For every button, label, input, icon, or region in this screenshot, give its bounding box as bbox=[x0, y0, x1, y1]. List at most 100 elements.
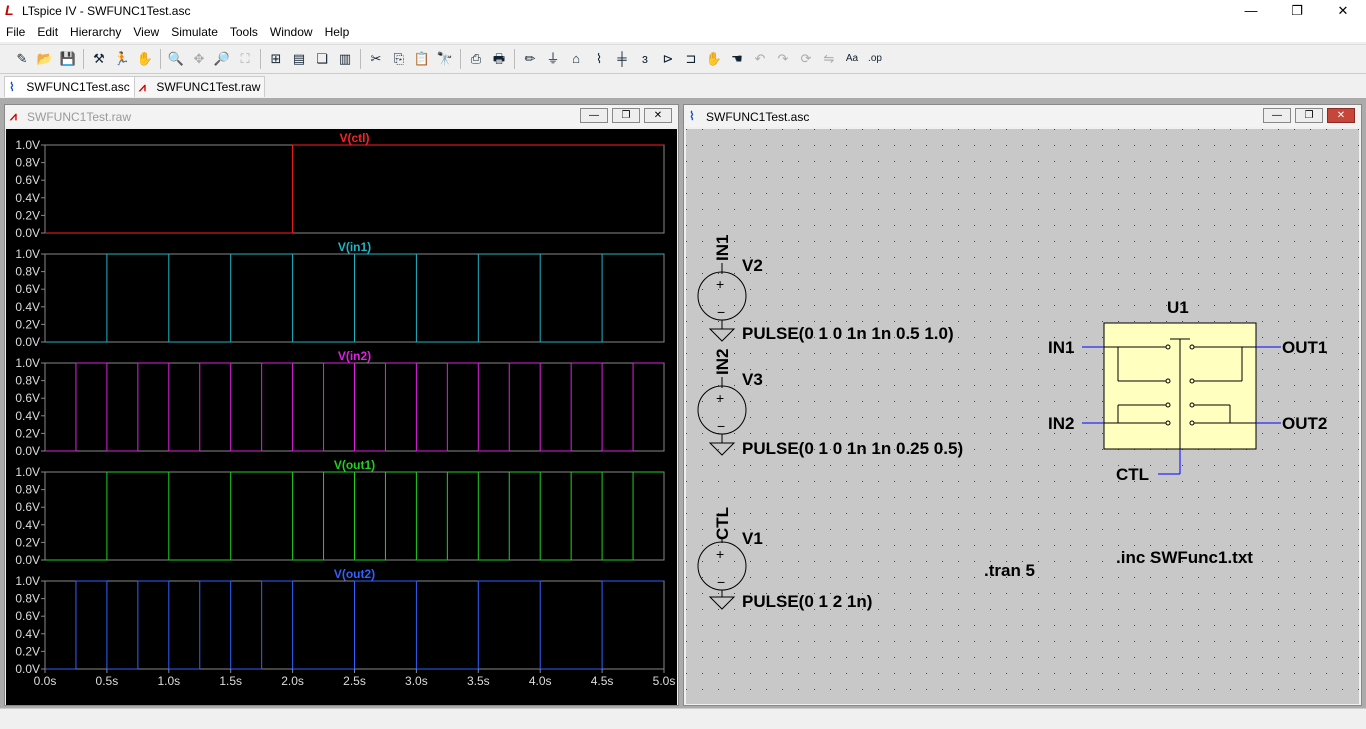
schematic-canvas[interactable]: IN1 V2 + − PULSE(0 1 0 1n 1n 0.5 1.0) IN… bbox=[686, 129, 1359, 704]
diode-icon[interactable]: ⊳ bbox=[658, 49, 678, 69]
drag-icon[interactable]: ☚ bbox=[727, 49, 747, 69]
waveform-plot[interactable]: 1.0V 0.8V 0.6V 0.4V 0.2V 0.0V V(ctl) 1.0V 0.8V 0.… bbox=[6, 129, 677, 705]
net-label-in2: IN2 bbox=[713, 349, 732, 375]
y-tick-label: 0.0V bbox=[15, 444, 40, 458]
y-tick-label: 0.6V bbox=[15, 282, 40, 296]
y-tick-label: 1.0V bbox=[15, 138, 40, 152]
y-tick-label: 1.0V bbox=[15, 356, 40, 370]
schematic-window-titlebar[interactable]: ⌇ SWFUNC1Test.asc — ❐ ✕ bbox=[684, 105, 1361, 127]
minimize-button[interactable]: — bbox=[1228, 0, 1274, 22]
y-tick-label: 0.0V bbox=[15, 553, 40, 567]
halt-icon[interactable]: ✋ bbox=[135, 49, 155, 69]
restore-button[interactable]: ❐ bbox=[1295, 108, 1323, 123]
copy-icon[interactable]: ⎘ bbox=[389, 49, 409, 69]
toolbar-separator bbox=[83, 49, 84, 69]
inductor-icon[interactable]: ɜ bbox=[635, 49, 655, 69]
y-tick-label: 0.2V bbox=[15, 208, 40, 222]
print-icon[interactable]: 🖶 bbox=[489, 49, 509, 69]
net-label-in1: IN1 bbox=[713, 235, 732, 261]
trace-label: V(in1) bbox=[338, 240, 371, 254]
y-tick-label: 0.8V bbox=[15, 156, 40, 170]
spice-directive-tran[interactable]: .tran 5 bbox=[984, 561, 1035, 580]
minimize-button[interactable]: — bbox=[580, 108, 608, 123]
rotate-icon[interactable]: ⟳ bbox=[796, 49, 816, 69]
resistor-icon[interactable]: ⌇ bbox=[589, 49, 609, 69]
zoom-out-icon[interactable]: 🔎 bbox=[212, 49, 232, 69]
y-tick-label: 0.8V bbox=[15, 592, 40, 606]
find-icon[interactable]: 🔭 bbox=[435, 49, 455, 69]
spice-directive-icon[interactable]: .op bbox=[865, 49, 885, 69]
tab-schematic[interactable]: ⌇ SWFUNC1Test.asc bbox=[4, 76, 135, 97]
x-tick-label: 1.0s bbox=[157, 674, 180, 688]
x-tick-label: 2.5s bbox=[343, 674, 366, 688]
control-panel-icon[interactable]: ⚒ bbox=[89, 49, 109, 69]
menu-bar: File Edit Hierarchy View Simulate Tools … bbox=[0, 22, 1366, 42]
schematic-window[interactable]: ⌇ SWFUNC1Test.asc — ❐ ✕ IN1 V2 + − PULSE… bbox=[683, 104, 1362, 706]
tile-vertical-icon[interactable]: ▥ bbox=[335, 49, 355, 69]
y-tick-label: 0.6V bbox=[15, 609, 40, 623]
trace-label: V(out1) bbox=[334, 458, 375, 472]
tile-horizontal-icon[interactable]: ▤ bbox=[289, 49, 309, 69]
component-icon[interactable]: ⊐ bbox=[681, 49, 701, 69]
close-button[interactable]: ✕ bbox=[1320, 0, 1366, 22]
pan-icon[interactable]: ✥ bbox=[189, 49, 209, 69]
minimize-button[interactable]: — bbox=[1263, 108, 1291, 123]
toolbar-separator bbox=[460, 49, 461, 69]
cut-icon[interactable]: ✂ bbox=[366, 49, 386, 69]
text-icon[interactable]: Aa bbox=[842, 49, 862, 69]
move-icon[interactable]: ✋ bbox=[704, 49, 724, 69]
menu-file[interactable]: File bbox=[0, 22, 31, 42]
window-title: LTspice IV - SWFUNC1Test.asc bbox=[22, 4, 191, 18]
tab-waveform[interactable]: ⩘ SWFUNC1Test.raw bbox=[134, 76, 266, 97]
menu-tools[interactable]: Tools bbox=[224, 22, 264, 42]
zoom-fit-icon[interactable]: ⛶ bbox=[235, 49, 255, 69]
undo-icon[interactable]: ↶ bbox=[750, 49, 770, 69]
mirror-icon[interactable]: ⇋ bbox=[819, 49, 839, 69]
menu-view[interactable]: View bbox=[127, 22, 165, 42]
title-bar: L LTspice IV - SWFUNC1Test.asc — ❐ ✕ bbox=[0, 0, 1366, 22]
menu-help[interactable]: Help bbox=[319, 22, 356, 42]
source-name: V2 bbox=[742, 256, 763, 275]
y-tick-label: 0.2V bbox=[15, 426, 40, 440]
maximize-button[interactable]: ❐ bbox=[1274, 0, 1320, 22]
spice-directive-include[interactable]: .inc SWFunc1.txt bbox=[1116, 548, 1253, 567]
run-icon[interactable]: 🏃 bbox=[112, 49, 132, 69]
y-tick-label: 1.0V bbox=[15, 574, 40, 588]
menu-hierarchy[interactable]: Hierarchy bbox=[64, 22, 127, 42]
new-schematic-icon[interactable]: ✎ bbox=[12, 49, 32, 69]
toolbar-separator bbox=[160, 49, 161, 69]
zoom-in-icon[interactable]: 🔍 bbox=[166, 49, 186, 69]
menu-edit[interactable]: Edit bbox=[31, 22, 64, 42]
y-tick-label: 0.8V bbox=[15, 483, 40, 497]
x-tick-label: 5.0s bbox=[653, 674, 676, 688]
close-button[interactable]: ✕ bbox=[644, 108, 672, 123]
close-button[interactable]: ✕ bbox=[1327, 108, 1355, 123]
y-tick-label: 1.0V bbox=[15, 465, 40, 479]
draw-wire-icon[interactable]: ✏ bbox=[520, 49, 540, 69]
waveform-window-titlebar[interactable]: ⩘ SWFUNC1Test.raw — ❐ ✕ bbox=[5, 105, 678, 127]
print-preview-icon[interactable]: ⎙ bbox=[466, 49, 486, 69]
label-net-icon[interactable]: ⌂ bbox=[566, 49, 586, 69]
capacitor-icon[interactable]: ╪ bbox=[612, 49, 632, 69]
restore-button[interactable]: ❐ bbox=[612, 108, 640, 123]
x-tick-label: 0.5s bbox=[96, 674, 119, 688]
paste-icon[interactable]: 📋 bbox=[412, 49, 432, 69]
cascade-icon[interactable]: ❏ bbox=[312, 49, 332, 69]
trace-vin2 bbox=[45, 362, 664, 452]
redo-icon[interactable]: ↷ bbox=[773, 49, 793, 69]
x-tick-label: 3.5s bbox=[467, 674, 490, 688]
ground-icon[interactable]: ⏚ bbox=[543, 49, 563, 69]
open-icon[interactable]: 📂 bbox=[35, 49, 55, 69]
x-tick-label: 0.0s bbox=[34, 674, 57, 688]
menu-window[interactable]: Window bbox=[264, 22, 319, 42]
trace-label: V(out2) bbox=[334, 567, 375, 581]
menu-simulate[interactable]: Simulate bbox=[165, 22, 224, 42]
waveform-window[interactable]: ⩘ SWFUNC1Test.raw — ❐ ✕ 1.0V 0.8V 0.6V 0.4V… bbox=[4, 104, 679, 706]
autorange-icon[interactable]: ⊞ bbox=[266, 49, 286, 69]
tab-label: SWFUNC1Test.asc bbox=[26, 80, 130, 94]
source-value: PULSE(0 1 0 1n 1n 0.25 0.5) bbox=[742, 439, 963, 458]
y-tick-label: 0.2V bbox=[15, 317, 40, 331]
trace-label: V(in2) bbox=[338, 349, 371, 363]
plus-sign: + bbox=[716, 390, 724, 406]
save-icon[interactable]: 💾 bbox=[58, 49, 78, 69]
